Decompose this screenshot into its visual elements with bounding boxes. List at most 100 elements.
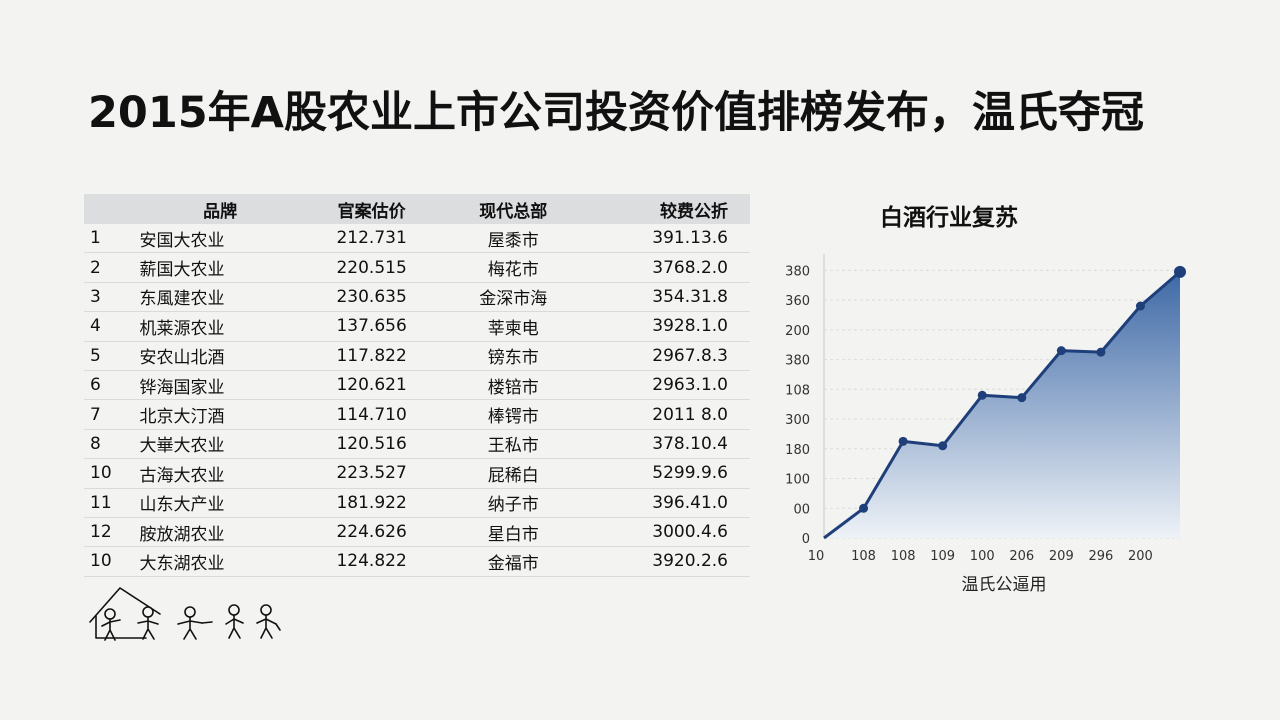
headquarters-cell: 金福市	[442, 546, 584, 577]
investment-cell: 3768.2.0	[583, 252, 750, 283]
headquarters-cell: 屋黍市	[442, 224, 584, 254]
brand-cell: 安农山北酒	[139, 341, 301, 371]
valuation-cell: 120.516	[300, 429, 443, 460]
brand-cell: 机莱源农业	[139, 311, 301, 342]
header-headquarters: 现代总部	[479, 201, 548, 222]
brand-cell: 胺放湖农业	[139, 517, 301, 548]
headquarters-cell: 莘柬电	[442, 311, 584, 342]
header-valuation: 官案估价	[337, 201, 406, 222]
table-row: 2 薪国大农业 220.515 梅花市 3768.2.0	[84, 252, 750, 283]
rank-cell: 2	[84, 252, 140, 283]
brand-cell: 大崋大农业	[139, 429, 301, 460]
rank-cell: 7	[84, 399, 140, 430]
rank-cell: 10	[84, 458, 140, 489]
page-title: 2015年A股农业上市公司投资价值排榜发布，温氏夺冠	[88, 88, 1144, 138]
data-point	[1056, 346, 1066, 356]
investment-cell: 378.10.4	[583, 429, 750, 460]
data-point	[1017, 393, 1027, 403]
valuation-cell: 124.822	[300, 546, 443, 577]
data-point	[859, 503, 869, 513]
data-point	[1135, 301, 1145, 311]
data-point	[1096, 347, 1106, 357]
y-tick-label: 200	[785, 324, 810, 339]
investment-cell: 2963.1.0	[583, 370, 750, 401]
table-row: 12 胺放湖农业 224.626 星白市 3000.4.6	[84, 517, 750, 548]
headquarters-cell: 屁稀白	[442, 458, 584, 489]
x-tick-label: 10	[808, 549, 825, 564]
brand-cell: 山东大产业	[139, 488, 301, 518]
x-axis-label: 温氏公逼用	[962, 575, 1047, 595]
data-point	[1174, 265, 1186, 278]
investment-cell: 396.41.0	[583, 488, 750, 518]
header-rank	[84, 194, 140, 224]
x-tick-label: 200	[1128, 549, 1153, 564]
table-header-row: 品牌 官案估价 现代总部 较费公折	[84, 194, 750, 224]
investment-cell: 2967.8.3	[583, 341, 750, 371]
header-brand: 品牌	[203, 201, 238, 222]
brand-cell: 东風建农业	[139, 282, 301, 313]
brand-cell: 古海大农业	[139, 458, 301, 489]
valuation-cell: 212.731	[300, 224, 443, 254]
rank-cell: 8	[84, 429, 140, 460]
y-tick-label: 300	[785, 413, 810, 428]
investment-cell: 3928.1.0	[583, 311, 750, 342]
table-row: 3 东風建农业 230.635 金深市海 354.31.8	[84, 282, 750, 313]
table-row: 10 古海大农业 223.527 屁稀白 5299.9.6	[84, 458, 750, 489]
rank-cell: 12	[84, 517, 140, 548]
table-row: 10 大东湖农业 124.822 金福市 3920.2.6	[84, 546, 750, 577]
x-tick-label: 209	[1049, 549, 1074, 564]
brand-cell: 北京大汀酒	[139, 399, 301, 430]
valuation-cell: 114.710	[300, 399, 443, 430]
x-tick-label: 100	[970, 549, 995, 564]
brand-cell: 铧海国家业	[139, 370, 301, 401]
valuation-cell: 137.656	[300, 311, 443, 342]
y-tick-label: 180	[785, 443, 810, 458]
rank-cell: 6	[84, 370, 140, 401]
rank-cell: 4	[84, 311, 140, 342]
investment-cell: 5299.9.6	[583, 458, 750, 489]
valuation-cell: 220.515	[300, 252, 443, 283]
table-row: 6 铧海国家业 120.621 楼锫市 2963.1.0	[84, 370, 750, 401]
headquarters-cell: 金深市海	[442, 282, 584, 313]
header-investment: 较费公折	[660, 201, 728, 222]
valuation-cell: 224.626	[300, 517, 443, 548]
y-tick-label: 360	[785, 294, 810, 309]
x-tick-label: 108	[851, 549, 876, 564]
x-tick-label: 109	[930, 549, 955, 564]
table-row: 5 安农山北酒 117.822 镑东市 2967.8.3	[84, 341, 750, 371]
x-tick-label: 296	[1088, 549, 1113, 564]
brand-cell: 安国大农业	[139, 224, 301, 254]
valuation-cell: 230.635	[300, 282, 443, 313]
y-tick-label: 100	[785, 473, 810, 488]
y-tick-label: 380	[785, 354, 810, 369]
valuation-cell: 223.527	[300, 458, 443, 489]
rank-cell: 5	[84, 341, 140, 371]
headquarters-cell: 镑东市	[442, 341, 584, 371]
investment-cell: 3000.4.6	[583, 517, 750, 548]
investment-cell: 391.13.6	[583, 224, 750, 254]
table-row: 4 机莱源农业 137.656 莘柬电 3928.1.0	[84, 311, 750, 342]
y-tick-label: 108	[785, 383, 810, 398]
rank-cell: 10	[84, 546, 140, 577]
rank-cell: 1	[84, 224, 140, 254]
investment-cell: 3920.2.6	[583, 546, 750, 577]
rank-cell: 3	[84, 282, 140, 313]
investment-cell: 2011 8.0	[583, 399, 750, 430]
headquarters-cell: 楼锫市	[442, 370, 584, 401]
table-row: 11 山东大产业 181.922 纳子市 396.41.0	[84, 488, 750, 518]
table-row: 1 安国大农业 212.731 屋黍市 391.13.6	[84, 224, 750, 254]
data-point	[898, 436, 908, 446]
y-tick-label: 0	[802, 532, 810, 547]
headquarters-cell: 梅花市	[442, 252, 584, 283]
valuation-cell: 181.922	[300, 488, 443, 518]
headquarters-cell: 纳子市	[442, 488, 584, 518]
chart-area-fill	[824, 271, 1180, 538]
valuation-cell: 117.822	[300, 341, 443, 371]
investment-cell: 354.31.8	[583, 282, 750, 313]
chart-title: 白酒行业复苏	[880, 205, 1018, 231]
rank-cell: 11	[84, 488, 140, 518]
y-tick-label: 380	[785, 264, 810, 279]
data-point	[977, 390, 987, 400]
brand-cell: 大东湖农业	[139, 546, 301, 577]
x-tick-label: 108	[891, 549, 916, 564]
